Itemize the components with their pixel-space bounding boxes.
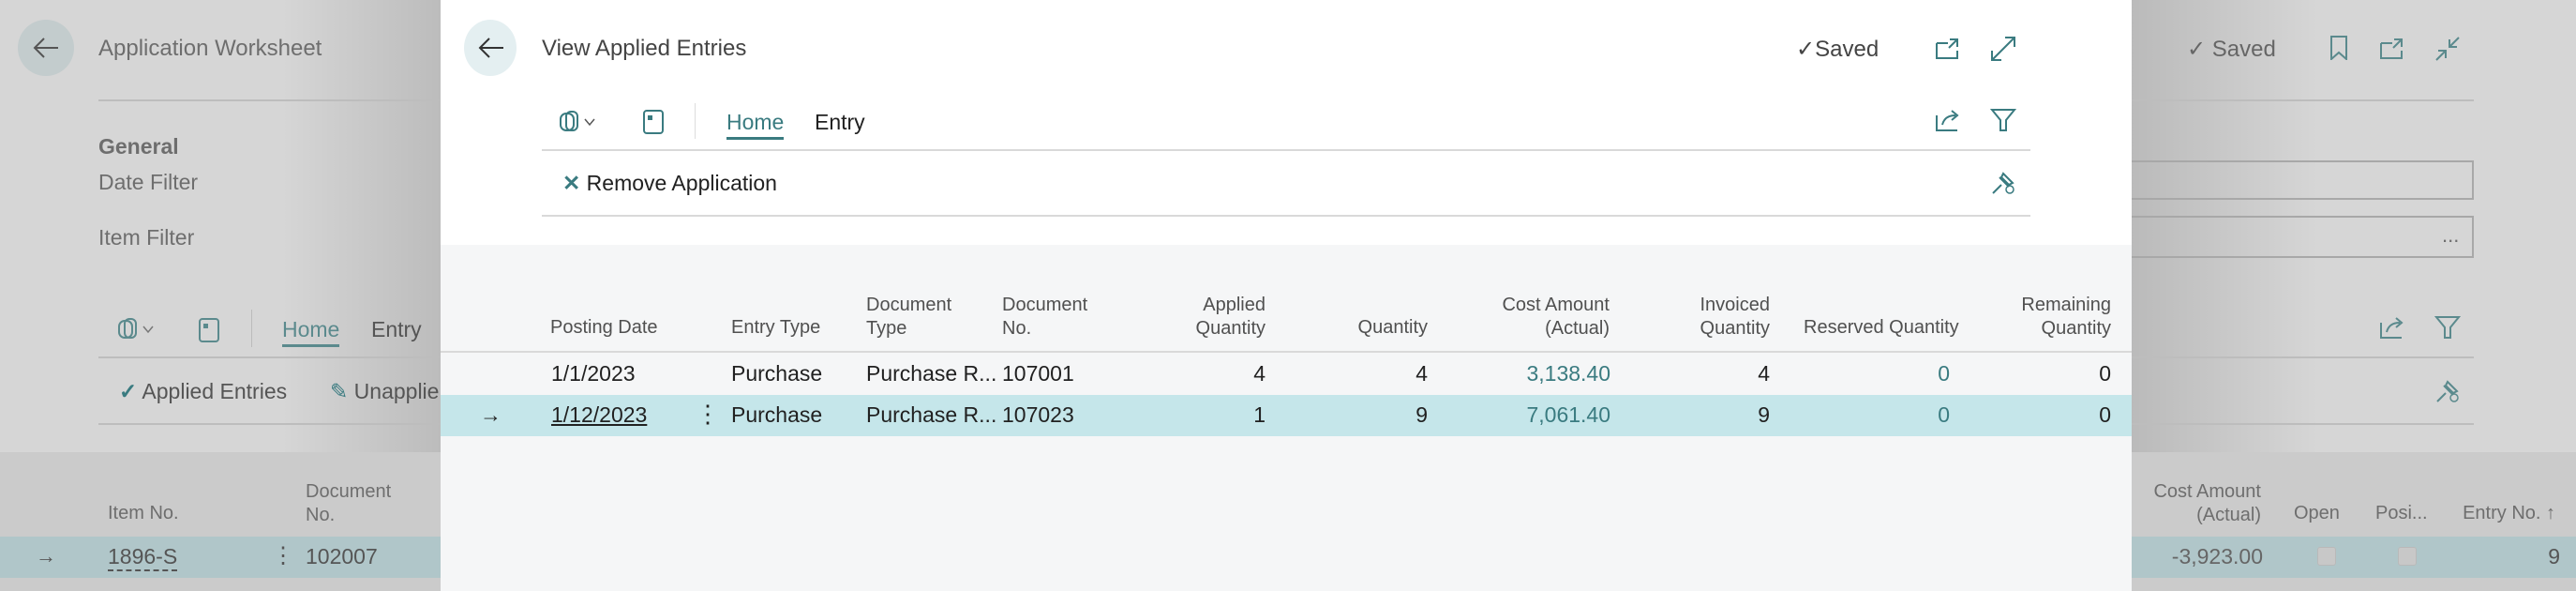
invoiced-quantity: 9 — [1758, 402, 1770, 427]
reserved-quantity-link[interactable]: 0 — [1856, 360, 1950, 386]
document-type: Purchase R... — [866, 402, 997, 427]
document-no: 107023 — [1002, 402, 1074, 427]
remove-x-icon: ✕ — [562, 171, 581, 195]
entries-table: Posting Date Entry Type Document Type Doc… — [441, 245, 2132, 591]
tab-home[interactable]: Home — [726, 110, 785, 140]
filter-icon[interactable] — [1990, 108, 2016, 132]
row-indicator-arrow-icon: → — [36, 544, 56, 568]
open-checkbox[interactable] — [2317, 547, 2336, 566]
bg-tab-home[interactable]: Home — [282, 317, 340, 347]
unapply-icon: ✎ — [330, 379, 349, 403]
bg-item-no-link[interactable]: 1896-S — [108, 544, 178, 571]
col-quantity[interactable]: Quantity — [1315, 316, 1428, 340]
cost-amount-link[interactable]: 7,061.40 — [1469, 402, 1610, 428]
bg-col-positive[interactable]: Posi... — [2375, 502, 2428, 525]
remove-application-button[interactable]: ✕ Remove Application — [562, 171, 777, 196]
col-reserved-quantity[interactable]: Reserved Quantity — [1804, 316, 1959, 340]
document-type: Purchase R... — [866, 361, 997, 386]
back-arrow-icon — [32, 36, 60, 60]
col-applied-quantity[interactable]: Applied Quantity — [1153, 294, 1266, 341]
col-document-no[interactable]: Document No. — [1002, 294, 1087, 341]
share-icon[interactable] — [1935, 108, 1961, 132]
check-icon: ✓ — [1796, 37, 1816, 62]
reserved-quantity-link[interactable]: 0 — [1856, 402, 1950, 428]
entry-type: Purchase — [731, 402, 823, 427]
unpin-icon[interactable] — [1990, 170, 2016, 196]
posting-date-link[interactable]: 1/12/2023 — [551, 402, 647, 428]
row-menu-icon[interactable]: ⋮ — [696, 401, 720, 427]
posting-date: 1/1/2023 — [551, 361, 636, 386]
table-row[interactable]: 1/1/2023 Purchase Purchase R... 107001 4… — [441, 353, 2132, 395]
unapply-button[interactable]: ✎ Unapplie — [330, 379, 439, 404]
quantity: 4 — [1415, 361, 1428, 386]
general-heading: General — [98, 134, 179, 159]
item-filter-label: Item Filter — [98, 225, 195, 250]
applied-quantity: 4 — [1253, 361, 1266, 386]
view-applied-entries-dialog: View Applied Entries ✓Saved Home Entry ✕… — [441, 0, 2132, 591]
remaining-quantity: 0 — [2099, 361, 2111, 386]
bg-tab-entry[interactable]: Entry — [371, 317, 422, 342]
bg-cost-amount: -3,923.00 — [2171, 544, 2263, 568]
bg-col-entry-no[interactable]: Entry No. ↑ — [2437, 502, 2555, 525]
col-remaining-quantity[interactable]: Remaining Quantity — [1999, 294, 2111, 341]
unpin-icon[interactable] — [2434, 378, 2461, 404]
filter-icon[interactable] — [2434, 315, 2461, 340]
bg-col-cost-amount[interactable]: Cost Amount (Actual) — [2147, 480, 2261, 527]
bg-col-open[interactable]: Open — [2294, 502, 2340, 525]
page-layout-icon[interactable] — [198, 317, 222, 343]
positive-checkbox[interactable] — [2398, 547, 2417, 566]
col-invoiced-quantity[interactable]: Invoiced Quantity — [1657, 294, 1771, 341]
applied-quantity: 1 — [1253, 402, 1266, 427]
saved-status: ✓ Saved — [2187, 37, 2276, 62]
bg-col-item-no[interactable]: Item No. — [108, 502, 179, 525]
col-document-type[interactable]: Document Type — [866, 294, 951, 341]
cost-amount-link[interactable]: 3,138.40 — [1469, 360, 1610, 386]
table-row-selected[interactable]: → 1/12/2023 ⋮ Purchase Purchase R... 107… — [441, 395, 2132, 436]
col-cost-amount[interactable]: Cost Amount (Actual) — [1469, 294, 1610, 341]
quantity: 9 — [1415, 402, 1428, 427]
document-no: 107001 — [1002, 361, 1074, 386]
bg-document-no: 102007 — [306, 544, 378, 568]
open-new-window-icon[interactable] — [1935, 38, 1961, 60]
back-arrow-icon — [477, 36, 505, 60]
item-filter-lookup-button[interactable]: ... — [2442, 223, 2459, 248]
share-icon[interactable] — [2379, 315, 2405, 340]
copilot-icon[interactable] — [117, 317, 158, 341]
page-title: Application Worksheet — [98, 36, 322, 61]
row-indicator-arrow-icon: → — [480, 402, 502, 427]
checkmark-icon: ✓ — [119, 379, 138, 403]
row-menu-icon[interactable]: ⋮ — [272, 542, 294, 569]
tab-entry[interactable]: Entry — [815, 110, 865, 135]
entry-type: Purchase — [731, 361, 823, 386]
remaining-quantity: 0 — [2099, 402, 2111, 427]
dialog-title: View Applied Entries — [542, 36, 747, 61]
bg-entry-no: 9 — [2548, 544, 2560, 568]
date-filter-label: Date Filter — [98, 170, 199, 194]
col-posting-date[interactable]: Posting Date — [550, 316, 658, 340]
dialog-saved-status: ✓Saved — [1796, 37, 1880, 62]
bookmark-icon[interactable] — [2329, 36, 2348, 60]
applied-entries-button[interactable]: ✓ Applied Entries — [119, 379, 287, 404]
col-entry-type[interactable]: Entry Type — [731, 316, 820, 340]
expand-icon[interactable] — [1990, 36, 2016, 62]
bg-col-document-no[interactable]: Document No. — [306, 480, 409, 527]
invoiced-quantity: 4 — [1758, 361, 1770, 386]
copilot-icon[interactable] — [559, 110, 600, 134]
page-layout-icon[interactable] — [642, 109, 666, 135]
collapse-icon[interactable] — [2434, 36, 2461, 62]
open-new-window-icon[interactable] — [2379, 38, 2405, 60]
